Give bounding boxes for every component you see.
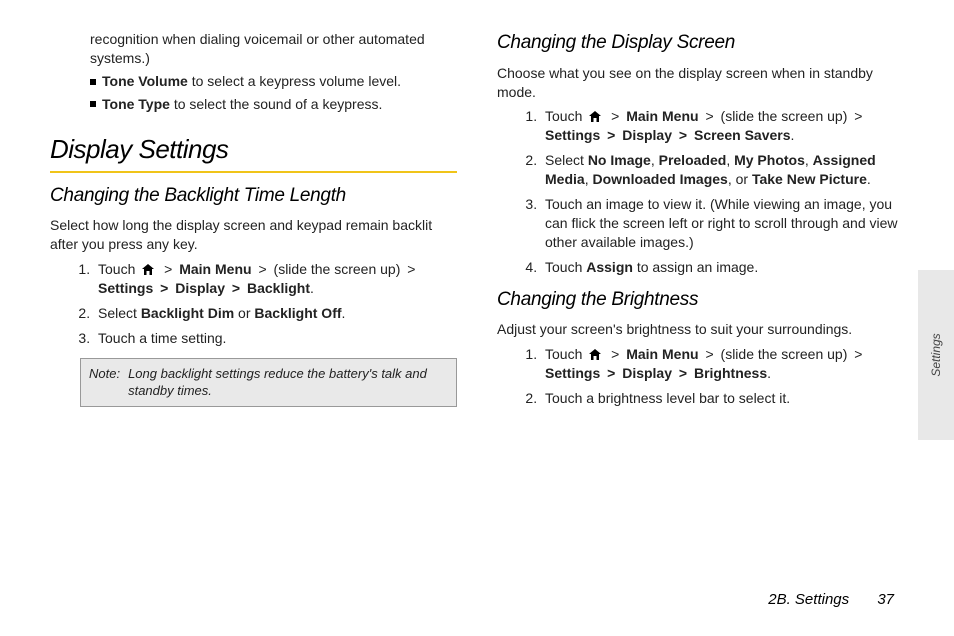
step-text: Touch <box>545 346 586 362</box>
main-menu-label: Main Menu <box>626 108 698 124</box>
subheading-brightness: Changing the Brightness <box>497 287 904 313</box>
chevron-text: > <box>611 346 619 362</box>
step-text: Touch <box>545 259 586 275</box>
step-text: Touch <box>98 261 139 277</box>
step-text: (slide the screen up) <box>721 108 852 124</box>
side-tab-label: Settings <box>929 333 943 376</box>
list-item: Touch > Main Menu > (slide the screen up… <box>541 107 904 145</box>
step-text: Touch <box>545 108 586 124</box>
display-screen-steps: Touch > Main Menu > (slide the screen up… <box>497 107 904 276</box>
step-text: to assign an image. <box>633 259 758 275</box>
section-rule <box>50 171 457 173</box>
chevron-text: > <box>607 365 615 381</box>
list-item: Select Backlight Dim or Backlight Off. <box>94 304 457 323</box>
continuation-text: recognition when dialing voicemail or ot… <box>50 30 457 68</box>
display-label: Display <box>175 280 225 296</box>
tone-volume-label: Tone Volume <box>102 73 188 89</box>
tone-volume-text: to select a keypress volume level. <box>188 73 401 89</box>
page-footer: 2B. Settings 37 <box>768 591 894 608</box>
display-screen-intro: Choose what you see on the display scree… <box>497 64 904 102</box>
chevron-text: > <box>407 261 415 277</box>
tone-type-label: Tone Type <box>102 96 170 112</box>
main-menu-label: Main Menu <box>626 346 698 362</box>
note-label: Note: <box>89 365 120 400</box>
step-text: Select <box>545 152 588 168</box>
step-text: or <box>234 305 254 321</box>
subheading-backlight: Changing the Backlight Time Length <box>50 183 457 209</box>
page-number: 37 <box>877 591 894 608</box>
chevron-text: > <box>854 346 862 362</box>
side-tab: Settings <box>918 270 954 440</box>
option-preloaded: Preloaded <box>659 152 727 168</box>
chevron-text: > <box>232 280 240 296</box>
list-item: Touch > Main Menu > (slide the screen up… <box>541 345 904 383</box>
list-item: Select No Image, Preloaded, My Photos, A… <box>541 151 904 189</box>
backlight-dim-label: Backlight Dim <box>141 305 234 321</box>
step-text: (slide the screen up) <box>721 346 852 362</box>
list-item: Touch > Main Menu > (slide the screen up… <box>94 260 457 298</box>
chevron-text: > <box>705 108 713 124</box>
option-take-new-picture: Take New Picture <box>752 171 867 187</box>
bullet-tone-volume: Tone Volume to select a keypress volume … <box>50 72 457 91</box>
home-icon <box>588 110 602 123</box>
chevron-text: > <box>854 108 862 124</box>
square-bullet-icon <box>90 79 96 85</box>
list-item: Touch a brightness level bar to select i… <box>541 389 904 408</box>
list-item: Touch an image to view it. (While viewin… <box>541 195 904 252</box>
right-column: Changing the Display Screen Choose what … <box>497 30 904 540</box>
option-my-photos: My Photos <box>734 152 805 168</box>
display-label: Display <box>622 365 672 381</box>
footer-section: 2B. Settings <box>768 591 849 608</box>
assign-label: Assign <box>586 259 633 275</box>
chevron-text: > <box>258 261 266 277</box>
settings-label: Settings <box>98 280 153 296</box>
brightness-label: Brightness <box>694 365 767 381</box>
subheading-display-screen: Changing the Display Screen <box>497 30 904 56</box>
chevron-text: > <box>679 127 687 143</box>
step-text: (slide the screen up) <box>274 261 405 277</box>
chevron-text: > <box>607 127 615 143</box>
tone-type-text: to select the sound of a keypress. <box>170 96 382 112</box>
main-menu-label: Main Menu <box>179 261 251 277</box>
screen-savers-label: Screen Savers <box>694 127 791 143</box>
backlight-steps: Touch > Main Menu > (slide the screen up… <box>50 260 457 348</box>
step-text: , or <box>728 171 752 187</box>
left-column: recognition when dialing voicemail or ot… <box>50 30 457 540</box>
chevron-text: > <box>611 108 619 124</box>
backlight-intro: Select how long the display screen and k… <box>50 216 457 254</box>
note-text: Long backlight settings reduce the batte… <box>128 365 448 400</box>
settings-label: Settings <box>545 127 600 143</box>
option-no-image: No Image <box>588 152 651 168</box>
square-bullet-icon <box>90 101 96 107</box>
brightness-steps: Touch > Main Menu > (slide the screen up… <box>497 345 904 408</box>
step-text: Select <box>98 305 141 321</box>
chevron-text: > <box>679 365 687 381</box>
settings-label: Settings <box>545 365 600 381</box>
backlight-label: Backlight <box>247 280 310 296</box>
list-item: Touch Assign to assign an image. <box>541 258 904 277</box>
home-icon <box>588 348 602 361</box>
backlight-off-label: Backlight Off <box>254 305 341 321</box>
option-downloaded-images: Downloaded Images <box>592 171 727 187</box>
brightness-intro: Adjust your screen's brightness to suit … <box>497 320 904 339</box>
display-label: Display <box>622 127 672 143</box>
chevron-text: > <box>164 261 172 277</box>
home-icon <box>141 263 155 276</box>
bullet-tone-type: Tone Type to select the sound of a keypr… <box>50 95 457 114</box>
list-item: Touch a time setting. <box>94 329 457 348</box>
chevron-text: > <box>705 346 713 362</box>
note-box: Note: Long backlight settings reduce the… <box>80 358 457 407</box>
section-heading-display-settings: Display Settings <box>50 132 457 167</box>
chevron-text: > <box>160 280 168 296</box>
